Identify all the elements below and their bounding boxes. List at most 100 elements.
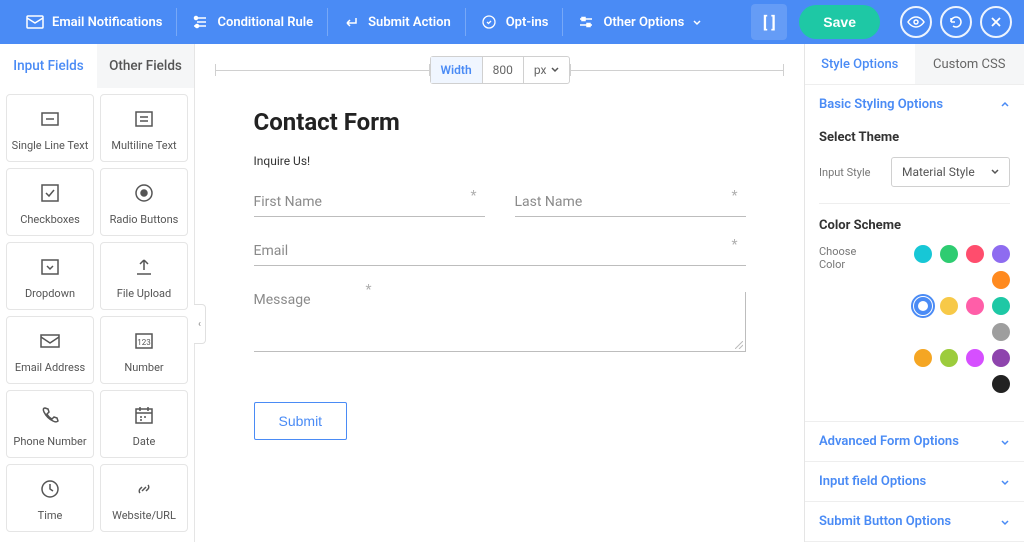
collapse-left-panel[interactable]: ‹ [194, 304, 206, 344]
color-swatch[interactable] [992, 323, 1010, 341]
tab-custom-css[interactable]: Custom CSS [915, 44, 1024, 84]
choose-color-label: Choose Color [819, 245, 881, 271]
required-star: * [470, 188, 476, 204]
phone-icon [36, 401, 64, 429]
field-time[interactable]: Time [6, 464, 94, 532]
checkbox-icon [36, 179, 64, 207]
tab-input-fields[interactable]: Input Fields [0, 44, 97, 88]
color-scheme-heading: Color Scheme [819, 218, 1010, 233]
field-label: Time [38, 509, 63, 522]
toolbar-submit-action[interactable]: Submit Action [328, 8, 466, 36]
toolbar-other-options[interactable]: Other Options [563, 8, 716, 36]
input-style-select[interactable]: Material Style [891, 157, 1010, 187]
color-swatch[interactable] [914, 245, 932, 263]
field-label: Website/URL [112, 509, 176, 522]
top-toolbar: Email Notifications Conditional Rule Sub… [0, 0, 1024, 44]
mail-icon [26, 13, 44, 31]
accordion-head-basic[interactable]: Basic Styling Options [805, 85, 1024, 124]
dropdown-icon [36, 253, 64, 281]
chevron-down-icon [1000, 477, 1010, 487]
enter-icon [342, 13, 360, 31]
accordion-head-advanced[interactable]: Advanced Form Options [805, 422, 1024, 461]
tab-style-options[interactable]: Style Options [805, 44, 915, 84]
required-star: * [731, 237, 737, 253]
field-message[interactable]: Message [254, 292, 746, 352]
eye-icon [907, 16, 925, 28]
left-panel: Input Fields Other Fields Single Line Te… [0, 44, 195, 542]
field-phone-number[interactable]: Phone Number [6, 390, 94, 458]
input-label: First Name [254, 194, 322, 210]
chevron-down-icon [692, 17, 702, 27]
field-radio-buttons[interactable]: Radio Buttons [100, 168, 188, 236]
color-swatch[interactable] [966, 349, 984, 367]
input-label: Last Name [515, 194, 583, 210]
color-swatch[interactable] [940, 349, 958, 367]
number-icon: 123 [130, 327, 158, 355]
field-email-address[interactable]: Email Address [6, 316, 94, 384]
field-multiline-text[interactable]: Multiline Text [100, 94, 188, 162]
shortcode-button[interactable]: [ ] [751, 4, 787, 40]
width-control[interactable]: Width 800 px [430, 56, 570, 84]
width-unit-select[interactable]: px [524, 57, 569, 83]
save-button[interactable]: Save [799, 5, 880, 39]
field-label: Dropdown [25, 287, 75, 300]
filter-icon [191, 13, 209, 31]
close-button[interactable] [980, 6, 1012, 38]
color-swatch-selected[interactable] [914, 297, 932, 315]
text-field-icon [36, 105, 64, 133]
field-file-upload[interactable]: File Upload [100, 242, 188, 310]
mail-icon [36, 327, 64, 355]
preview-button[interactable] [900, 6, 932, 38]
color-swatch[interactable] [940, 297, 958, 315]
color-swatch[interactable] [992, 297, 1010, 315]
accordion-head-input-field[interactable]: Input field Options [805, 462, 1024, 501]
form-title[interactable]: Contact Form [254, 108, 746, 136]
toolbar-email-notifications[interactable]: Email Notifications [12, 8, 177, 36]
form-card[interactable]: Contact Form Inquire Us! First Name * La… [220, 88, 780, 500]
field-number[interactable]: 123 Number [100, 316, 188, 384]
field-palette: Single Line Text Multiline Text Checkbox… [0, 88, 194, 542]
color-swatch[interactable] [966, 245, 984, 263]
chevron-up-icon [1000, 100, 1010, 110]
input-label: Email [254, 243, 289, 259]
field-date[interactable]: Date [100, 390, 188, 458]
field-label: Number [124, 361, 163, 374]
field-dropdown[interactable]: Dropdown [6, 242, 94, 310]
field-label: Single Line Text [12, 139, 89, 152]
color-swatch[interactable] [992, 271, 1010, 289]
field-label: Email Address [15, 361, 85, 374]
chevron-left-icon: ‹ [198, 319, 201, 330]
field-checkboxes[interactable]: Checkboxes [6, 168, 94, 236]
accordion-head-submit-button[interactable]: Submit Button Options [805, 502, 1024, 541]
required-star: * [731, 188, 737, 204]
field-website-url[interactable]: Website/URL [100, 464, 188, 532]
undo-button[interactable] [940, 6, 972, 38]
color-swatch[interactable] [992, 245, 1010, 263]
chevron-down-icon [1000, 517, 1010, 527]
color-swatch[interactable] [966, 297, 984, 315]
radio-icon [130, 179, 158, 207]
toolbar-optins[interactable]: Opt-ins [466, 8, 564, 36]
color-swatch[interactable] [940, 245, 958, 263]
field-first-name[interactable]: First Name * [254, 194, 485, 217]
link-icon [130, 475, 158, 503]
input-style-label: Input Style [819, 166, 881, 179]
color-swatch[interactable] [914, 349, 932, 367]
field-last-name[interactable]: Last Name * [515, 194, 746, 217]
color-swatch[interactable] [992, 349, 1010, 367]
form-preview: Width 800 px Contact Form Inquire Us! Fi… [195, 44, 804, 542]
width-label: Width [431, 57, 483, 83]
toolbar-label: Opt-ins [506, 15, 549, 30]
width-value[interactable]: 800 [483, 57, 524, 83]
tab-other-fields[interactable]: Other Fields [97, 44, 194, 88]
submit-button[interactable]: Submit [254, 402, 348, 440]
chevron-down-icon [1000, 437, 1010, 447]
toolbar-conditional-rule[interactable]: Conditional Rule [177, 8, 328, 36]
field-single-line-text[interactable]: Single Line Text [6, 94, 94, 162]
textarea-icon [130, 105, 158, 133]
color-swatch[interactable] [992, 375, 1010, 393]
upload-icon [130, 253, 158, 281]
form-subtitle[interactable]: Inquire Us! [254, 154, 746, 168]
field-email[interactable]: Email * [254, 243, 746, 266]
color-swatches-row3 [891, 349, 1010, 393]
